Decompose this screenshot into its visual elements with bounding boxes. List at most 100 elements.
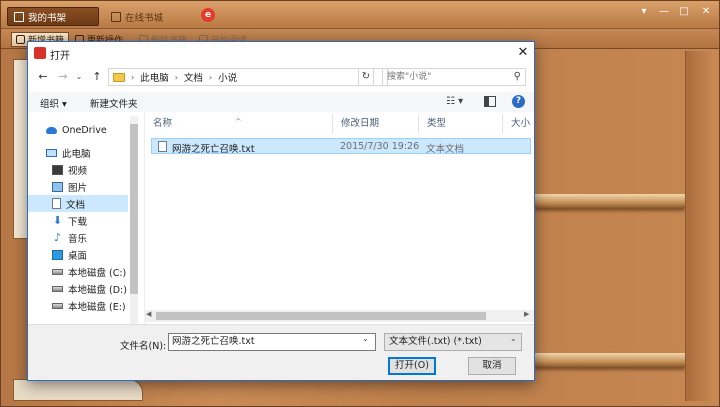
tree-item-label: 本地磁盘 (D:) bbox=[68, 284, 127, 296]
tree-item-label: 下载 bbox=[68, 216, 88, 228]
up-arrow-icon[interactable]: ↑ bbox=[90, 69, 104, 85]
preview-pane-icon[interactable] bbox=[484, 96, 496, 107]
tree-item-videos[interactable]: 视频 bbox=[28, 161, 140, 178]
tree-item-label: 文档 bbox=[66, 199, 86, 211]
tree-item-documents[interactable]: 文档 bbox=[28, 195, 128, 212]
close-button[interactable]: ✕ bbox=[697, 5, 715, 19]
search-input[interactable] bbox=[387, 70, 507, 84]
chevron-right-icon: › bbox=[174, 72, 178, 82]
refresh-icon[interactable]: ↻ bbox=[358, 68, 374, 86]
file-list: 名称 ^ 修改日期 类型 大小 网游之死亡召唤.txt 2015/7/30 19… bbox=[144, 112, 534, 324]
app-titlebar: 我的书架 在线书城 e ▾ — □ ✕ bbox=[1, 1, 719, 29]
tree-item-label: 图片 bbox=[68, 182, 88, 194]
app-icon bbox=[34, 47, 46, 59]
chevron-down-icon[interactable]: ⌄ bbox=[362, 334, 369, 343]
filename-label: 文件名(N): bbox=[120, 341, 167, 352]
tree-item-this-pc[interactable]: 此电脑 bbox=[28, 144, 140, 161]
menu-button[interactable]: ▾ bbox=[635, 5, 653, 19]
tab-online-store[interactable]: 在线书城 bbox=[105, 7, 185, 26]
dialog-footer: 文件名(N): 网游之死亡召唤.txt ⌄ 文本文件(.txt) (*.txt)… bbox=[28, 324, 534, 380]
tree-item-label: OneDrive bbox=[62, 125, 107, 136]
minimize-button[interactable]: — bbox=[655, 5, 673, 19]
breadcrumb-documents[interactable]: 文档 bbox=[184, 70, 203, 84]
navigation-tree: OneDrive 此电脑 视频 图片 文档 ⬇ 下载 ♪ 音乐 桌面 本地磁盘 … bbox=[28, 112, 140, 324]
view-options-icon[interactable]: ☷ ▾ bbox=[446, 96, 464, 108]
help-icon[interactable]: ? bbox=[512, 95, 525, 108]
back-arrow-icon[interactable]: ← bbox=[36, 69, 50, 85]
disk-icon bbox=[52, 302, 63, 309]
organize-button[interactable]: 组织 ▾ bbox=[40, 96, 67, 110]
store-icon bbox=[111, 11, 121, 22]
tree-item-label: 本地磁盘 (E:) bbox=[68, 301, 126, 313]
file-type: 文本文档 bbox=[426, 144, 465, 155]
column-header-date[interactable]: 修改日期 bbox=[333, 114, 419, 134]
desktop-icon bbox=[52, 249, 63, 260]
sort-up-icon: ^ bbox=[235, 117, 242, 126]
video-icon bbox=[52, 164, 63, 175]
address-bar[interactable]: › 此电脑 › 文档 › 小说 bbox=[108, 68, 388, 86]
tree-item-label: 本地磁盘 (C:) bbox=[68, 267, 127, 279]
cancel-button[interactable]: 取消 bbox=[468, 357, 516, 375]
column-header-size[interactable]: 大小 bbox=[503, 114, 535, 134]
breadcrumb-novels[interactable]: 小说 bbox=[218, 70, 237, 84]
file-name: 网游之死亡召唤.txt bbox=[172, 144, 255, 155]
column-header-name[interactable]: 名称 ^ bbox=[145, 114, 333, 134]
tree-item-label: 音乐 bbox=[68, 233, 88, 245]
tab-label: 在线书城 bbox=[125, 12, 164, 24]
open-file-dialog: 打开 ✕ ← → ⌄ ↑ › 此电脑 › 文档 › 小说 ↻ ⚲ 组织 ▾ 新建… bbox=[27, 41, 535, 381]
tree-item-disk-e[interactable]: 本地磁盘 (E:) bbox=[28, 297, 140, 314]
shelf-board bbox=[535, 194, 685, 208]
tree-item-label: 此电脑 bbox=[62, 148, 91, 160]
breadcrumb-this-pc[interactable]: 此电脑 bbox=[140, 70, 169, 84]
folder-icon bbox=[113, 72, 125, 82]
tree-item-music[interactable]: ♪ 音乐 bbox=[28, 229, 140, 246]
horizontal-scrollbar-thumb[interactable] bbox=[156, 312, 486, 320]
tree-item-disk-c[interactable]: 本地磁盘 (C:) bbox=[28, 263, 140, 280]
computer-icon bbox=[46, 148, 57, 157]
tree-item-disk-d[interactable]: 本地磁盘 (D:) bbox=[28, 280, 140, 297]
tree-item-label: 桌面 bbox=[68, 250, 88, 262]
bottom-panel bbox=[13, 379, 143, 401]
tree-item-desktop[interactable]: 桌面 bbox=[28, 246, 140, 263]
music-icon: ♪ bbox=[53, 230, 62, 244]
forward-arrow-icon[interactable]: → bbox=[56, 69, 70, 85]
tree-item-onedrive[interactable]: OneDrive bbox=[28, 122, 140, 139]
document-icon bbox=[52, 198, 61, 209]
dialog-title: 打开 bbox=[50, 51, 70, 62]
dialog-close-button[interactable]: ✕ bbox=[514, 45, 532, 61]
tab-my-bookshelf[interactable]: 我的书架 bbox=[7, 7, 99, 26]
tree-item-label: 视频 bbox=[68, 165, 88, 177]
command-bar: 组织 ▾ 新建文件夹 ☷ ▾ ? bbox=[28, 92, 534, 112]
weibo-icon[interactable]: e bbox=[201, 8, 215, 22]
address-row: ← → ⌄ ↑ › 此电脑 › 文档 › 小说 ↻ ⚲ bbox=[28, 66, 534, 88]
open-button[interactable]: 打开(O) bbox=[388, 357, 436, 375]
scroll-right-icon[interactable]: ▶ bbox=[524, 310, 529, 318]
shelf-side bbox=[685, 51, 715, 401]
disk-icon bbox=[52, 268, 63, 275]
text-file-icon bbox=[158, 141, 167, 152]
tree-scrollbar-thumb[interactable] bbox=[130, 124, 138, 294]
tab-label: 我的书架 bbox=[28, 12, 67, 24]
chevron-right-icon: › bbox=[208, 72, 213, 82]
scroll-left-icon[interactable]: ◀ bbox=[146, 310, 151, 318]
tree-item-downloads[interactable]: ⬇ 下载 bbox=[28, 212, 140, 229]
add-book-icon bbox=[16, 35, 25, 44]
picture-icon bbox=[52, 181, 63, 192]
cloud-icon bbox=[46, 127, 57, 134]
chevron-down-icon[interactable]: ⌄ bbox=[510, 334, 517, 343]
filename-input[interactable]: 网游之死亡召唤.txt bbox=[168, 333, 376, 351]
search-box[interactable]: ⚲ bbox=[382, 68, 526, 86]
search-icon[interactable]: ⚲ bbox=[514, 71, 521, 82]
disk-icon bbox=[52, 285, 63, 292]
column-header-type[interactable]: 类型 bbox=[419, 114, 503, 134]
tree-item-pictures[interactable]: 图片 bbox=[28, 178, 140, 195]
filetype-select[interactable]: 文本文件(.txt) (*.txt) bbox=[384, 333, 522, 351]
history-dropdown-icon[interactable]: ⌄ bbox=[72, 69, 86, 85]
column-label: 名称 bbox=[153, 118, 173, 129]
new-folder-button[interactable]: 新建文件夹 bbox=[90, 96, 138, 110]
dialog-titlebar: 打开 ✕ bbox=[28, 42, 534, 64]
bookshelf-icon bbox=[14, 11, 24, 22]
maximize-button[interactable]: □ bbox=[675, 5, 693, 19]
chevron-right-icon: › bbox=[131, 72, 135, 82]
file-row[interactable]: 网游之死亡召唤.txt 2015/7/30 19:26 文本文档 bbox=[151, 138, 531, 155]
